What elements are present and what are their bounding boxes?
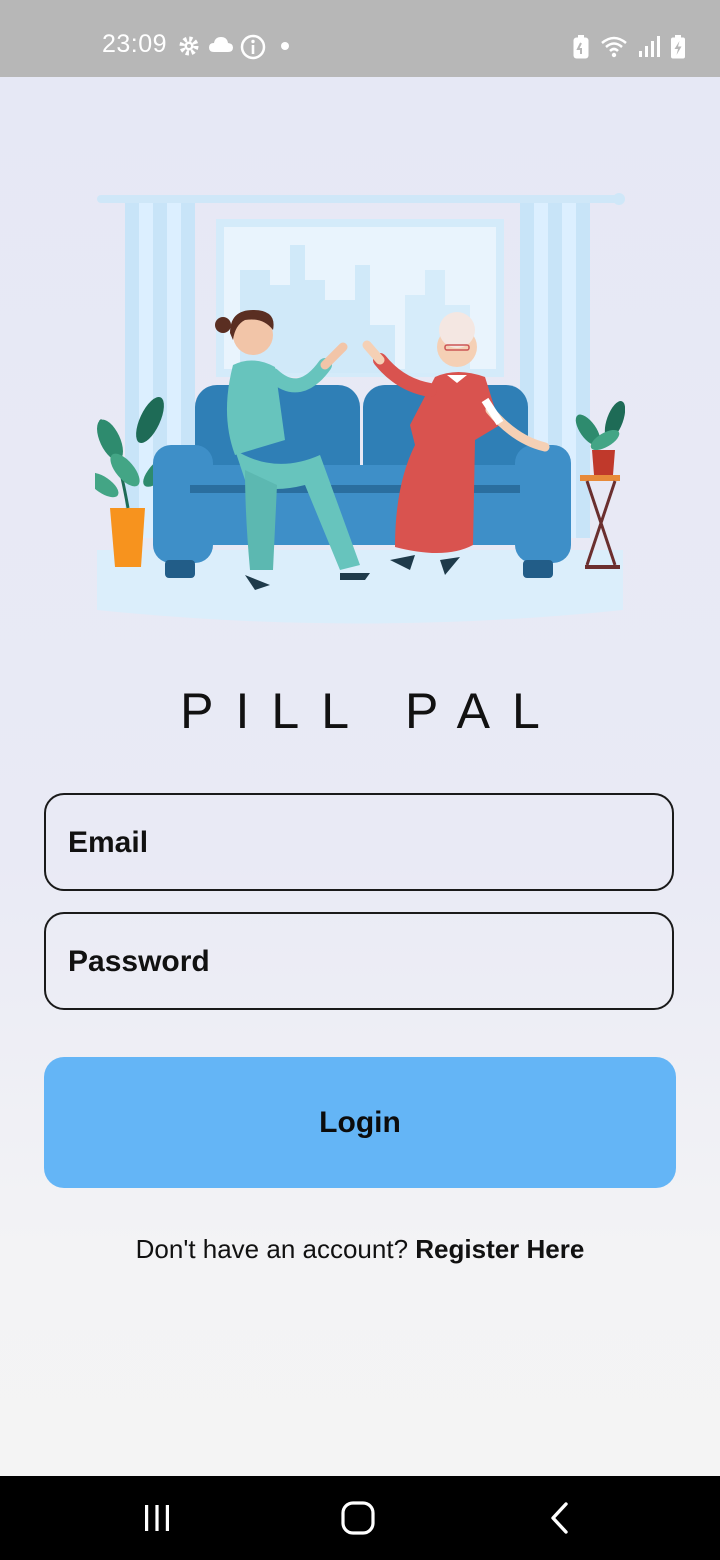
back-icon[interactable] xyxy=(540,1498,580,1538)
register-prompt: Don't have an account? xyxy=(135,1234,416,1264)
gear-icon xyxy=(179,36,199,56)
password-input[interactable] xyxy=(66,914,660,1010)
register-link[interactable]: Register Here xyxy=(415,1234,584,1264)
battery-charging-icon xyxy=(671,35,685,59)
status-right-icons xyxy=(572,34,686,60)
battery-saver-icon xyxy=(573,35,589,59)
login-button[interactable]: Login xyxy=(44,1057,676,1188)
register-row: Don't have an account? Register Here xyxy=(0,1234,720,1265)
cloud-icon xyxy=(209,37,233,52)
info-icon xyxy=(240,34,266,60)
home-icon[interactable] xyxy=(338,1498,378,1538)
signal-icon xyxy=(639,36,660,57)
navigation-bar xyxy=(0,1476,720,1560)
recents-icon[interactable] xyxy=(137,1498,177,1538)
password-field[interactable] xyxy=(44,912,674,1010)
status-bar: 23:09 xyxy=(0,0,720,77)
dot-icon xyxy=(281,42,289,50)
caregiver-illustration xyxy=(95,193,625,624)
wifi-icon xyxy=(601,36,627,58)
email-field[interactable] xyxy=(44,793,674,891)
email-input[interactable] xyxy=(66,795,660,891)
status-time: 23:09 xyxy=(102,30,168,58)
app-title: PILL PAL xyxy=(180,683,562,739)
